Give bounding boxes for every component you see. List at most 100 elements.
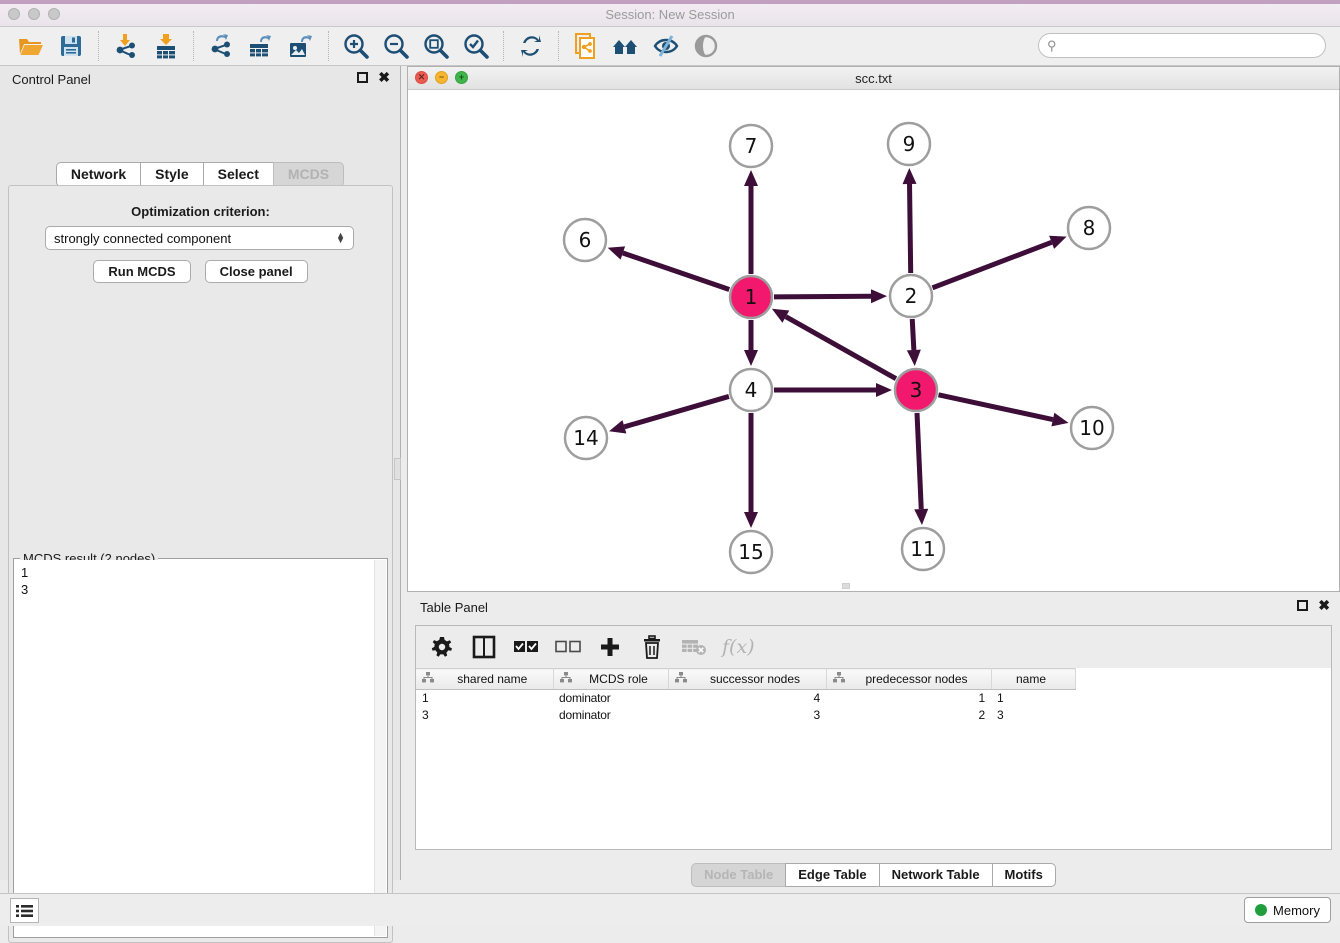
arrowhead-4-15: [744, 512, 758, 528]
tab-motifs[interactable]: Motifs: [992, 863, 1056, 887]
run-mcds-button[interactable]: Run MCDS: [93, 260, 190, 283]
edge-2-8[interactable]: [932, 242, 1051, 288]
network-canvas[interactable]: 7968124314101511: [408, 90, 1339, 591]
table-row[interactable]: 3dominator323: [416, 707, 1331, 724]
column-header-name[interactable]: name: [991, 669, 1075, 690]
cell-shared-name[interactable]: 1: [416, 690, 553, 707]
cell-name[interactable]: 1: [991, 690, 1075, 707]
cell-successor-nodes[interactable]: 3: [668, 707, 826, 724]
toolbar-separator: [193, 31, 194, 61]
tab-network[interactable]: Network: [56, 162, 140, 187]
node-label-14: 14: [573, 426, 598, 450]
export-table-icon[interactable]: [244, 31, 278, 61]
show-columns-icon[interactable]: [470, 633, 498, 661]
delete-table-icon[interactable]: [680, 633, 708, 661]
copy-style-icon[interactable]: [569, 31, 603, 61]
deselect-all-icon[interactable]: [554, 633, 582, 661]
float-table-panel-icon[interactable]: [1297, 600, 1308, 611]
tab-style[interactable]: Style: [140, 162, 202, 187]
zoom-selected-icon[interactable]: [459, 31, 493, 61]
close-panel-icon[interactable]: ✖: [378, 72, 390, 83]
cell-successor-nodes[interactable]: 4: [668, 690, 826, 707]
mcds-result-text[interactable]: 1 3: [15, 560, 374, 936]
column-header-MCDS-role[interactable]: MCDS role: [553, 669, 668, 690]
table-toolbar: f(x): [416, 626, 1331, 668]
edge-1-6[interactable]: [623, 253, 729, 290]
edge-3-1[interactable]: [786, 317, 896, 379]
zoom-out-icon[interactable]: [379, 31, 413, 61]
arrowhead-2-8: [1049, 236, 1066, 249]
select-all-icon[interactable]: [512, 633, 540, 661]
result-scrollbar[interactable]: [374, 560, 386, 936]
add-column-icon[interactable]: [596, 633, 624, 661]
column-header-predecessor-nodes[interactable]: predecessor nodes: [826, 669, 991, 690]
cell-MCDS-role[interactable]: dominator: [553, 690, 668, 707]
delete-column-icon[interactable]: [638, 633, 666, 661]
app-title: Session: New Session: [0, 7, 1340, 22]
tab-select[interactable]: Select: [203, 162, 273, 187]
zoom-fit-icon[interactable]: [419, 31, 453, 61]
node-label-11: 11: [910, 537, 935, 561]
import-table-icon[interactable]: [149, 31, 183, 61]
tab-edge-table[interactable]: Edge Table: [785, 863, 878, 887]
arrowhead-3-11: [914, 509, 928, 525]
cell-predecessor-nodes[interactable]: 2: [826, 707, 991, 724]
zoom-in-icon[interactable]: [339, 31, 373, 61]
open-folder-icon[interactable]: [14, 31, 48, 61]
network-view-window: ✕ − + scc.txt 7968124314101511: [407, 66, 1340, 592]
network-resize-handle[interactable]: [842, 583, 850, 589]
tab-mcds[interactable]: MCDS: [273, 162, 344, 187]
memory-label: Memory: [1273, 903, 1320, 918]
edge-1-2[interactable]: [774, 296, 871, 297]
optimization-criterion-dropdown[interactable]: strongly connected component ▲▼: [45, 226, 354, 250]
function-builder-icon[interactable]: f(x): [722, 633, 755, 661]
edge-2-3[interactable]: [912, 319, 914, 350]
export-image-icon[interactable]: [284, 31, 318, 61]
node-label-3: 3: [910, 378, 923, 402]
column-header-shared-name[interactable]: shared name: [416, 669, 553, 690]
node-label-2: 2: [905, 284, 918, 308]
float-panel-icon[interactable]: [357, 72, 368, 83]
tab-node-table[interactable]: Node Table: [691, 863, 785, 887]
edge-2-9[interactable]: [910, 184, 911, 273]
edge-3-10[interactable]: [938, 395, 1052, 420]
search-field[interactable]: ⚲: [1038, 33, 1326, 58]
arrowhead-3-10: [1051, 413, 1068, 427]
table-settings-icon[interactable]: [428, 633, 456, 661]
edge-3-11[interactable]: [917, 413, 921, 509]
panel-splitter-handle[interactable]: [394, 458, 401, 480]
mcds-result-box: MCDS result (2 nodes) 1 3: [13, 558, 388, 938]
dropdown-value: strongly connected component: [54, 231, 336, 246]
cell-predecessor-nodes[interactable]: 1: [826, 690, 991, 707]
edge-4-14[interactable]: [624, 396, 729, 426]
show-task-history-button[interactable]: [10, 898, 39, 923]
cell-shared-name[interactable]: 3: [416, 707, 553, 724]
toolbar-separator: [503, 31, 504, 61]
control-panel: Control Panel ✖ NetworkStyleSelectMCDS O…: [0, 66, 401, 880]
birdseye-view-icon[interactable]: [689, 31, 723, 61]
network-graph[interactable]: 7968124314101511: [408, 90, 1339, 591]
toolbar-separator: [328, 31, 329, 61]
save-session-icon[interactable]: [54, 31, 88, 61]
arrowhead-1-6: [608, 246, 625, 259]
first-neighbors-icon[interactable]: [609, 31, 643, 61]
import-network-icon[interactable]: [109, 31, 143, 61]
network-window-titlebar[interactable]: ✕ − + scc.txt: [408, 67, 1339, 90]
column-header-successor-nodes[interactable]: successor nodes: [668, 669, 826, 690]
control-panel-tabs: NetworkStyleSelectMCDS: [0, 162, 400, 187]
export-network-icon[interactable]: [204, 31, 238, 61]
apply-layout-icon[interactable]: [514, 31, 548, 61]
tab-network-table[interactable]: Network Table: [879, 863, 992, 887]
close-panel-button[interactable]: Close panel: [205, 260, 308, 283]
cell-MCDS-role[interactable]: dominator: [553, 707, 668, 724]
arrowhead-4-3: [876, 383, 892, 397]
cell-name[interactable]: 3: [991, 707, 1075, 724]
table-row[interactable]: 1dominator411: [416, 690, 1331, 707]
node-label-1: 1: [745, 285, 758, 309]
memory-button[interactable]: Memory: [1244, 897, 1331, 923]
arrowhead-4-14: [609, 420, 626, 433]
node-label-4: 4: [745, 378, 758, 402]
search-input[interactable]: [1062, 38, 1302, 53]
close-table-panel-icon[interactable]: ✖: [1318, 600, 1330, 611]
hide-graphics-details-icon[interactable]: [649, 31, 683, 61]
